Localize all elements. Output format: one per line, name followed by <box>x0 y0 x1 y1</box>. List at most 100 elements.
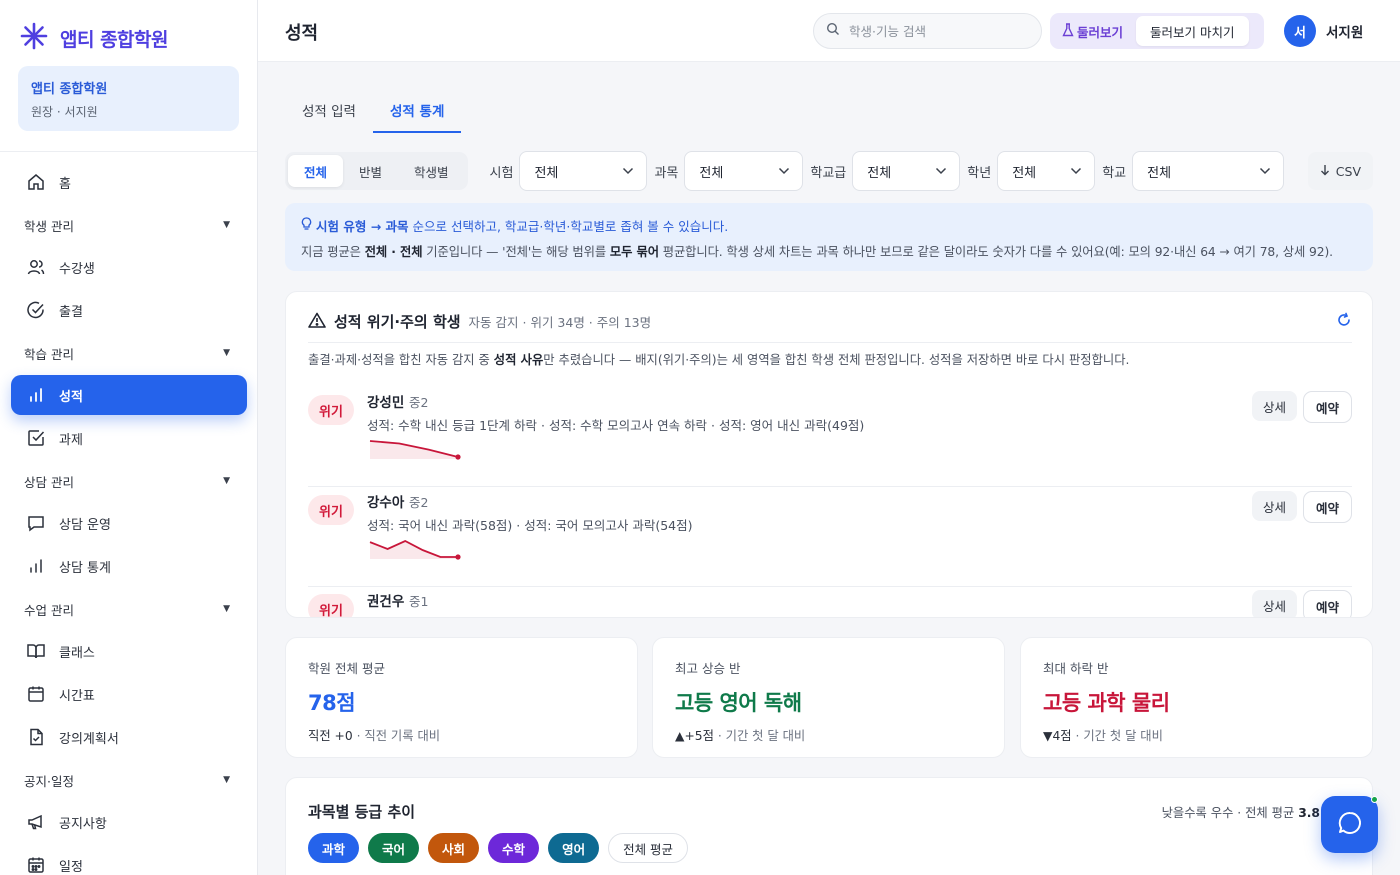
stat-note: 직전 +0 · 직전 기록 대비 <box>308 726 615 744</box>
subject-select[interactable]: 전체 <box>684 151 804 191</box>
nav-section-label: 학생 관리 <box>24 218 74 234</box>
row-actions: 상세 예약 <box>1251 391 1352 423</box>
risk-badge: 위기 <box>308 594 354 617</box>
book-button[interactable]: 예약 <box>1302 590 1352 617</box>
grade-select-value: 전체 <box>1012 165 1037 181</box>
brand-name: 앱티 종합학원 <box>60 28 169 51</box>
stat-note-text: · 기간 첫 달 대비 <box>1071 729 1163 743</box>
user-menu[interactable]: 서 서지원 <box>1284 15 1363 47</box>
subject-select-value: 전체 <box>699 165 724 181</box>
sidebar-item-schedule[interactable]: 일정 <box>11 845 247 875</box>
risk-badge: 위기 <box>308 395 354 425</box>
risk-student-row[interactable]: 위기 강수아 중2 성적: 국어 내신 과락(58점) · 성적: 국어 모의고… <box>308 487 1352 587</box>
stat-note-text: · 기간 첫 달 대비 <box>713 729 806 743</box>
calendar-grid-icon <box>25 854 47 875</box>
sidebar-item-counsel-ops[interactable]: 상담 운영 <box>11 503 247 543</box>
info-line-1: 시험 유형 → 과목 순으로 선택하고, 학교급·학년·학교별로 좁혀 볼 수 … <box>301 216 1357 235</box>
sidebar-item-label: 강의계획서 <box>59 731 119 747</box>
csv-download-button[interactable]: CSV <box>1307 152 1373 190</box>
student-name-text: 권건우 <box>367 594 405 610</box>
sidebar-item-homework[interactable]: 과제 <box>11 418 247 458</box>
subject-filter-label: 과목 <box>654 165 679 181</box>
tab-grade-entry[interactable]: 성적 입력 <box>285 88 373 133</box>
sidebar-item-counsel-stats[interactable]: 상담 통계 <box>11 546 247 586</box>
sidebar-item-label: 과제 <box>59 432 83 448</box>
segment-by-student[interactable]: 학생별 <box>398 155 465 187</box>
sidebar-item-notices[interactable]: 공지사항 <box>11 802 247 842</box>
sparkline-last-point <box>455 454 461 460</box>
nav-section-counsel[interactable]: 상담 관리 ▼ <box>0 461 257 501</box>
stat-label: 최대 하락 반 <box>1043 661 1109 676</box>
chat-button[interactable] <box>1321 796 1378 853</box>
stat-delta: ▲+5점 <box>675 729 714 743</box>
stat-note-text: · 직전 기록 대비 <box>352 729 441 743</box>
megaphone-icon <box>25 811 47 833</box>
stat-value: 78점 <box>308 691 356 715</box>
sidebar-item-grades[interactable]: 성적 <box>11 375 247 415</box>
detail-button[interactable]: 상세 <box>1251 590 1297 617</box>
tab-grade-stats[interactable]: 성적 통계 <box>372 88 462 133</box>
csv-label: CSV <box>1335 163 1361 179</box>
sidebar-item-timetable[interactable]: 시간표 <box>11 674 247 714</box>
caret-down-icon: ▼ <box>223 775 230 785</box>
detail-button[interactable]: 상세 <box>1251 391 1297 421</box>
search-box[interactable] <box>813 13 1042 49</box>
student-grade: 중2 <box>408 495 429 510</box>
refresh-icon[interactable] <box>1336 312 1352 332</box>
sidebar-item-attendance[interactable]: 출결 <box>11 290 247 330</box>
student-name: 권건우 중1 <box>367 590 428 610</box>
chip-social[interactable]: 사회 <box>428 833 480 863</box>
segment-by-class[interactable]: 반별 <box>343 155 398 187</box>
nav-section-students[interactable]: 학생 관리 ▼ <box>0 205 257 245</box>
student-name-text: 강수아 <box>367 495 405 511</box>
stat-delta: ▼4점 <box>1043 729 1072 743</box>
student-name-text: 강성민 <box>367 395 405 411</box>
risk-students-card: 성적 위기·주의 학생 자동 감지 · 위기 34명 · 주의 13명 출결·과… <box>285 291 1373 618</box>
stat-card-top-drop: 최대 하락 반 고등 과학 물리 ▼4점 · 기간 첫 달 대비 <box>1020 637 1373 758</box>
student-grade: 중2 <box>408 395 429 410</box>
risk-card-subtitle: 자동 감지 · 위기 34명 · 주의 13명 <box>468 315 652 330</box>
grade-sparkline <box>369 539 461 560</box>
subject-chips: 과학 국어 사회 수학 영어 전체 평균 <box>308 833 689 863</box>
book-button[interactable]: 예약 <box>1302 391 1352 423</box>
chip-science[interactable]: 과학 <box>308 833 360 863</box>
caret-down-icon: ▼ <box>223 476 230 486</box>
risk-student-row[interactable]: 위기 강성민 중2 성적: 수학 내신 등급 1단계 하락 · 성적: 수학 모… <box>308 387 1352 487</box>
school-level-select[interactable]: 전체 <box>852 151 961 191</box>
sidebar-item-students[interactable]: 수강생 <box>11 247 247 287</box>
org-name: 앱티 종합학원 <box>31 82 108 97</box>
sidebar-item-label: 수강생 <box>59 261 95 277</box>
grade-select[interactable]: 전체 <box>997 151 1096 191</box>
sidebar-item-syllabus[interactable]: 강의계획서 <box>11 717 247 757</box>
detail-button[interactable]: 상세 <box>1251 491 1297 521</box>
org-card[interactable]: 앱티 종합학원 원장 · 서지원 <box>18 66 239 131</box>
exam-select[interactable]: 전체 <box>519 151 648 191</box>
book-button[interactable]: 예약 <box>1302 491 1352 523</box>
risk-student-row[interactable]: 위기 권건우 중1 상세 예약 <box>308 586 1352 617</box>
chip-korean[interactable]: 국어 <box>368 833 420 863</box>
trend-card-note: 낮을수록 우수 · 전체 평균 3.8 <box>1162 803 1320 821</box>
school-select[interactable]: 전체 <box>1132 151 1285 191</box>
nav-section-learning[interactable]: 학습 관리 ▼ <box>0 333 257 373</box>
avatar: 서 <box>1284 15 1316 47</box>
exam-filter-label: 시험 <box>489 165 514 181</box>
chip-math[interactable]: 수학 <box>488 833 540 863</box>
search-input[interactable] <box>849 23 1019 39</box>
browse-button[interactable]: 둘러보기 <box>1053 16 1132 46</box>
info-line-2: 지금 평균은 전체 · 전체 기준입니다 — '전체'는 해당 범위를 모두 묶… <box>301 242 1357 260</box>
nav-section-notice[interactable]: 공지·일정 ▼ <box>0 760 257 800</box>
chip-overall-average[interactable]: 전체 평균 <box>608 833 689 863</box>
nav-section-class[interactable]: 수업 관리 ▼ <box>0 589 257 629</box>
brand[interactable]: 앱티 종합학원 <box>20 22 169 54</box>
end-browse-button[interactable]: 둘러보기 마치기 <box>1136 16 1249 46</box>
sidebar-item-classes[interactable]: 클래스 <box>11 631 247 671</box>
exam-select-value: 전체 <box>534 165 559 181</box>
chip-english[interactable]: 영어 <box>548 833 600 863</box>
sidebar-nav: 홈 학생 관리 ▼ 수강생 출결 학습 관리 ▼ 성적 과제 상담 관리 ▼ 상… <box>0 160 257 875</box>
nav-section-label: 학습 관리 <box>24 346 74 362</box>
sidebar-item-home[interactable]: 홈 <box>11 162 247 202</box>
overall-average-value: 3.8 <box>1298 806 1320 820</box>
segment-all[interactable]: 전체 <box>288 155 344 187</box>
trend-card-title: 과목별 등급 추이 <box>308 803 416 821</box>
chevron-down-icon <box>1259 164 1271 179</box>
